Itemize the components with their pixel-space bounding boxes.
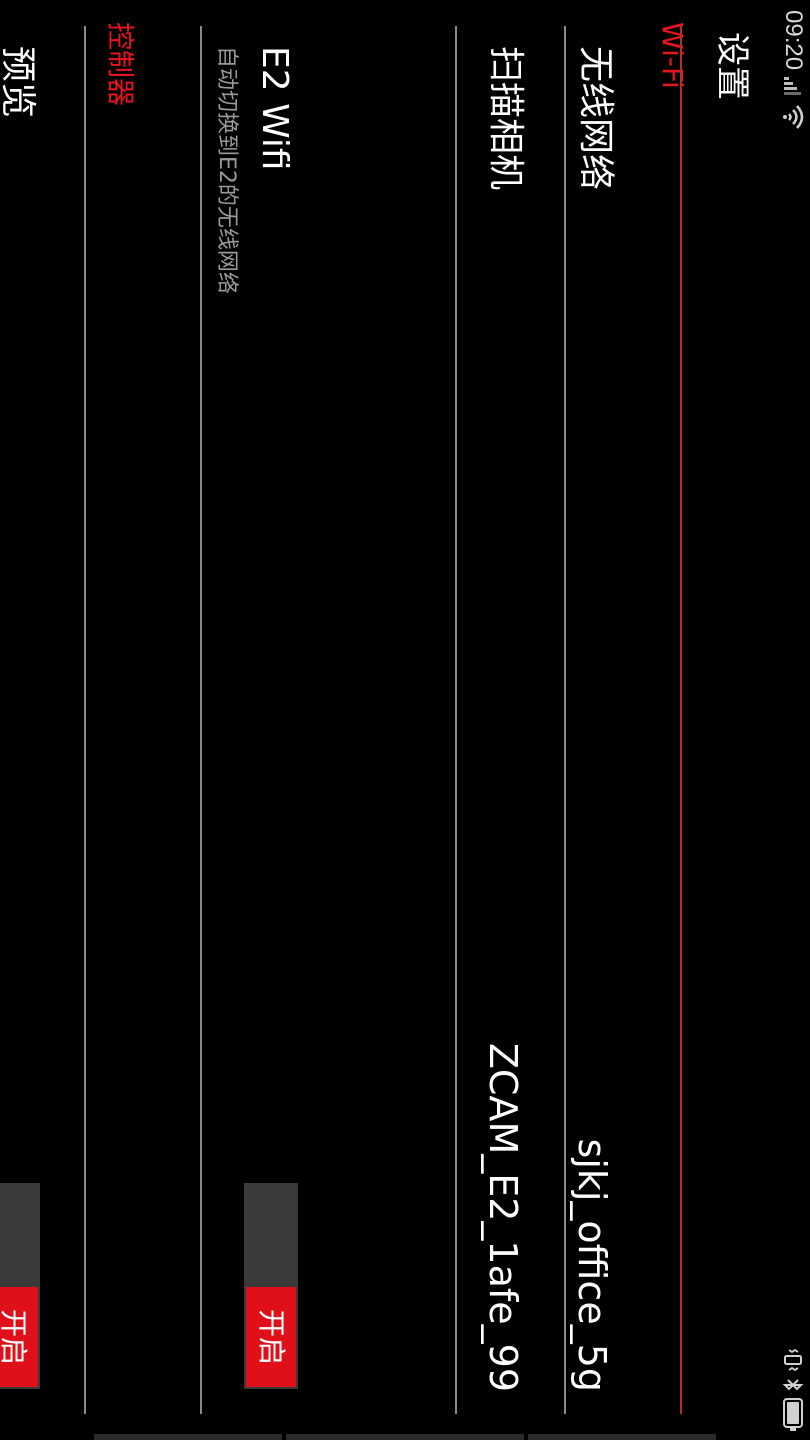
row-summary-e2-wifi: 自动切换到E2的无线网络 <box>214 46 239 294</box>
row-divider <box>200 26 202 1414</box>
section-divider <box>84 26 86 1414</box>
row-title-e2-wifi: E2 Wifi <box>254 46 295 171</box>
signal-icon <box>784 77 801 95</box>
vibrate-icon <box>784 1348 802 1372</box>
row-title-preview: 预览 <box>0 46 38 119</box>
toggle-on-label: 开启 <box>246 1287 296 1387</box>
row-divider <box>455 26 457 1414</box>
page-title: 设置 <box>712 32 752 100</box>
bluetooth-icon <box>782 1379 804 1391</box>
battery-icon <box>783 1398 803 1431</box>
toggle-on-label: 开启 <box>0 1287 38 1387</box>
current-network-value: sjkj_office_5g <box>570 1138 614 1392</box>
wifi-icon <box>783 105 804 129</box>
row-title-scan-camera: 扫描相机 <box>485 46 526 191</box>
e2-wifi-toggle[interactable]: 开启 <box>244 1183 298 1389</box>
section-header-controller: 控制器 <box>104 22 137 107</box>
section-header-wifi: Wi-Fi <box>656 22 689 89</box>
status-time: 09:20 <box>780 10 807 71</box>
row-title-wireless-network: 无线网络 <box>575 46 616 191</box>
preview-toggle[interactable]: 开启 <box>0 1183 40 1389</box>
tab-strip <box>94 1434 716 1440</box>
status-bar: 09:20 <box>776 0 810 1440</box>
row-divider <box>564 26 566 1414</box>
camera-ssid-value: ZCAM_E2_1afe_99 <box>481 1042 525 1392</box>
section-divider <box>680 26 682 1414</box>
settings-screen: 09:20 设置 Wi-Fi 无线网络 sjkj_office_5g 扫描相机 … <box>0 0 810 1440</box>
